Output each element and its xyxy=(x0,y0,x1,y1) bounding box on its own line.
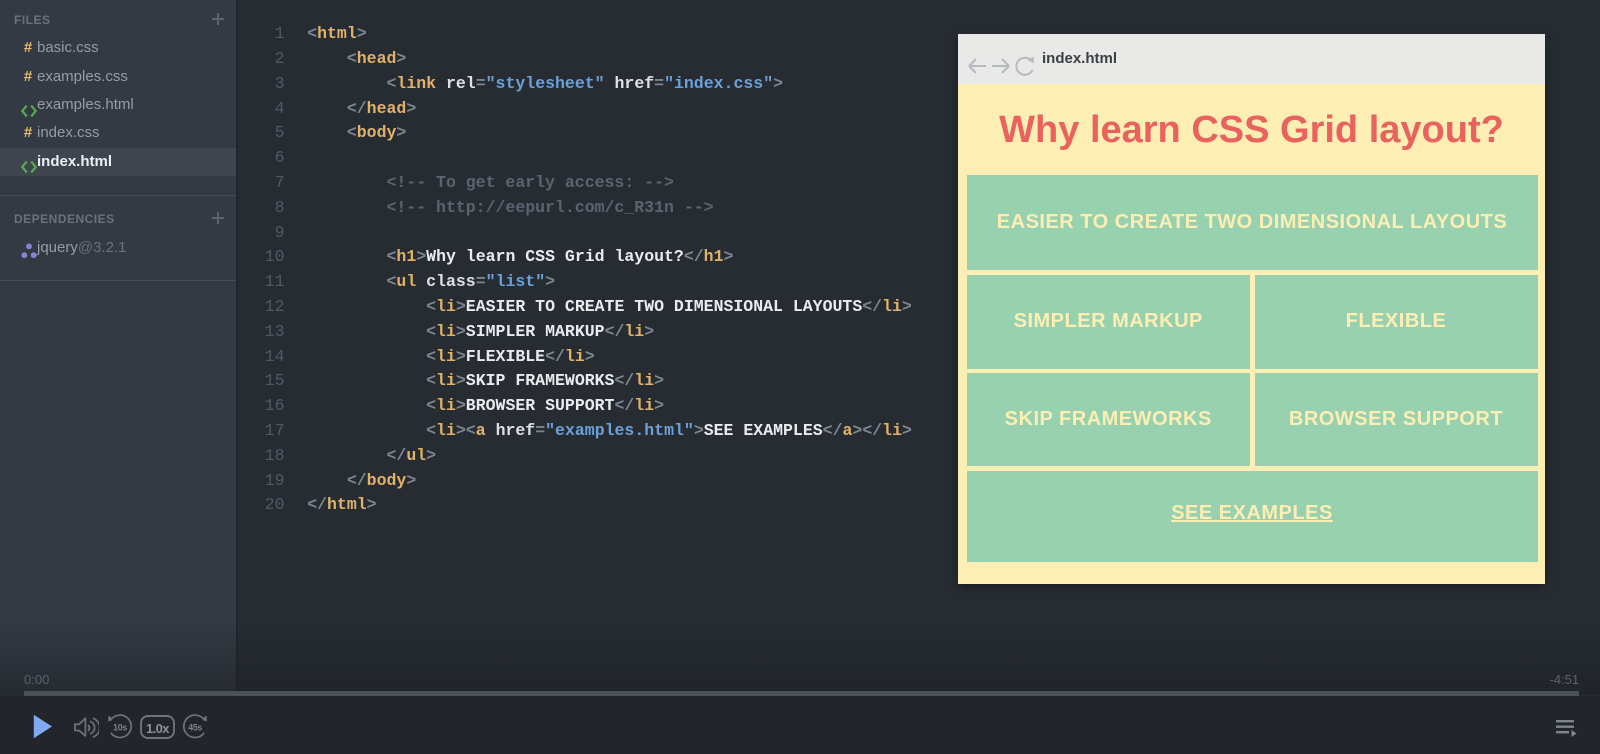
svg-text:10s: 10s xyxy=(113,723,127,733)
svg-text:45s: 45s xyxy=(188,723,202,733)
svg-text:1.0x: 1.0x xyxy=(146,721,170,736)
